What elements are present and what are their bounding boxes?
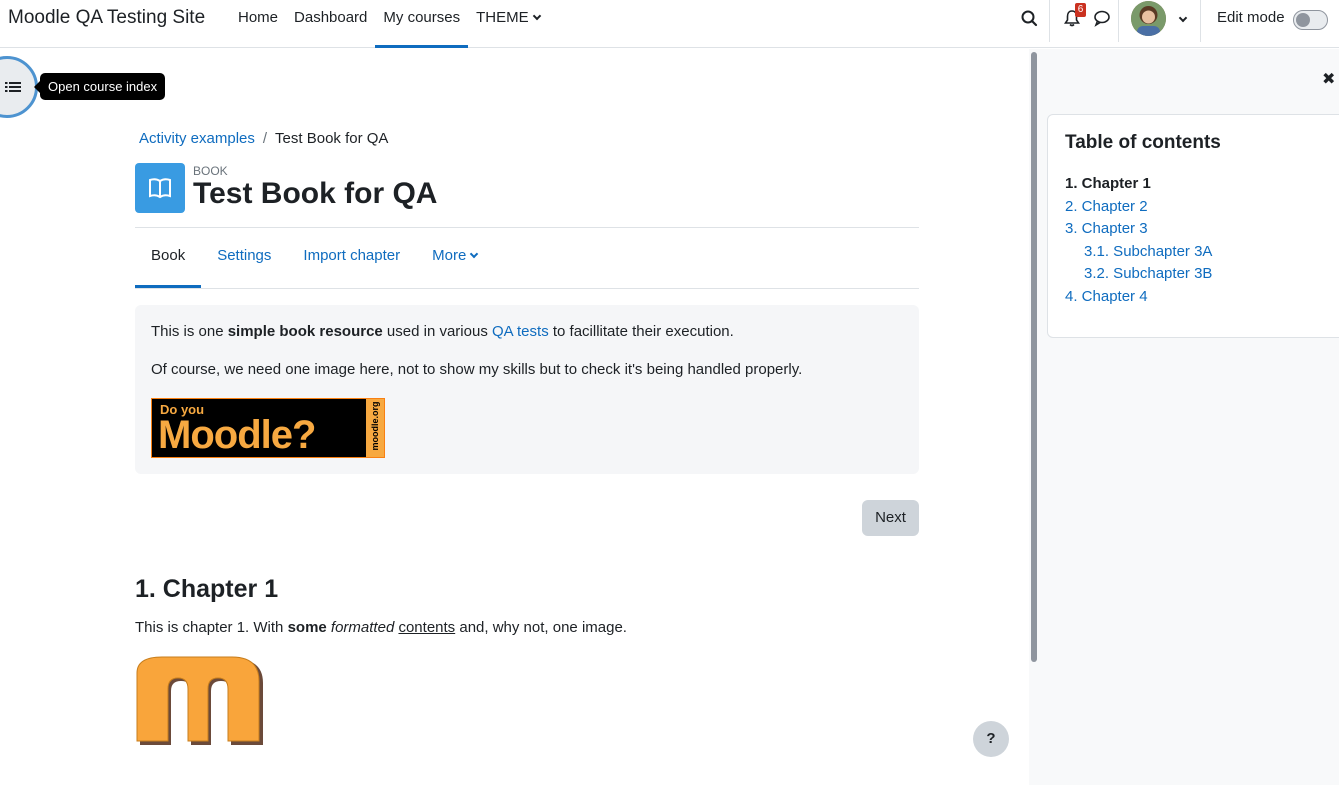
chapter-underline-text: contents xyxy=(398,619,456,636)
banner-text-main: Moodle? xyxy=(158,413,316,457)
list-icon xyxy=(5,81,21,99)
top-navbar: Moodle QA Testing Site Home Dashboard My… xyxy=(0,0,1339,48)
toc-item-subchapter-3a[interactable]: 3.1. Subchapter 3A xyxy=(1065,241,1212,264)
breadcrumb: Activity examples / Test Book for QA xyxy=(139,130,388,147)
banner-side-strip: moodle.org xyxy=(366,399,384,457)
next-button[interactable]: Next xyxy=(862,500,919,536)
banner-side-text: moodle.org xyxy=(370,401,380,451)
tab-settings[interactable]: Settings xyxy=(201,228,287,288)
toc-link[interactable]: 4. Chapter 4 xyxy=(1065,288,1148,305)
breadcrumb-separator: / xyxy=(262,130,268,147)
chat-icon[interactable] xyxy=(1092,8,1116,30)
toc-item-subchapter-3b[interactable]: 3.2. Subchapter 3B xyxy=(1065,263,1212,286)
toc-item-chapter-1: 1. Chapter 1 xyxy=(1065,175,1151,192)
toc-link[interactable]: 3. Chapter 3 xyxy=(1065,220,1148,237)
navbar-divider xyxy=(1049,0,1050,42)
help-button[interactable]: ? xyxy=(973,721,1009,757)
qa-tests-link[interactable]: QA tests xyxy=(492,323,549,340)
toc-list: 1. Chapter 1 2. Chapter 2 3. Chapter 3 3… xyxy=(1065,173,1212,308)
chevron-down-icon xyxy=(470,249,479,259)
notification-count-badge: 6 xyxy=(1075,3,1086,17)
tab-more-label: More xyxy=(432,247,467,264)
nav-theme-label: THEME xyxy=(476,9,529,26)
book-intro: This is one simple book resource used in… xyxy=(135,305,919,474)
toc-link[interactable]: 3.2. Subchapter 3B xyxy=(1084,265,1212,282)
open-course-index-button[interactable] xyxy=(0,56,38,118)
do-you-moodle-image: Do you Moodle? moodle.org xyxy=(151,398,385,458)
intro-text: used in various xyxy=(382,323,492,340)
chapter-text: This is chapter 1. With some formatted c… xyxy=(135,619,627,636)
breadcrumb-current: Test Book for QA xyxy=(275,130,389,147)
edit-mode-toggle[interactable] xyxy=(1293,10,1328,30)
chevron-down-icon xyxy=(532,11,541,21)
secondary-navigation: Book Settings Import chapter More xyxy=(135,227,919,289)
chevron-down-icon[interactable] xyxy=(1178,13,1188,23)
search-icon[interactable] xyxy=(1020,8,1044,30)
chapter-text-part: and, why not, one image. xyxy=(455,619,627,636)
moodle-m-logo-image xyxy=(135,655,267,751)
table-of-contents-block: Table of contents 1. Chapter 1 2. Chapte… xyxy=(1047,114,1339,338)
chapter-title: 1. Chapter 1 xyxy=(135,575,279,603)
breadcrumb-parent-link[interactable]: Activity examples xyxy=(139,130,255,147)
site-name[interactable]: Moodle QA Testing Site xyxy=(8,7,205,29)
chapter-bold-text: some xyxy=(287,619,327,636)
intro-bold-text: simple book resource xyxy=(227,323,383,340)
toc-title: Table of contents xyxy=(1065,132,1221,153)
toc-item-chapter-3[interactable]: 3. Chapter 3 xyxy=(1065,218,1212,241)
course-index-tooltip: Open course index xyxy=(33,73,166,100)
toc-link[interactable]: 2. Chapter 2 xyxy=(1065,198,1148,215)
navbar-divider xyxy=(1118,0,1119,42)
close-icon[interactable]: ✖ xyxy=(1322,69,1335,89)
nav-dashboard[interactable]: Dashboard xyxy=(286,0,375,48)
toc-item-chapter-4[interactable]: 4. Chapter 4 xyxy=(1065,286,1212,309)
chapter-italic-text: formatted xyxy=(330,619,395,636)
intro-text: to facillitate their execution. xyxy=(548,323,734,340)
primary-navigation: Home Dashboard My courses THEME xyxy=(230,0,548,48)
nav-theme[interactable]: THEME xyxy=(468,0,548,48)
intro-paragraph-2: Of course, we need one image here, not t… xyxy=(151,361,803,378)
toggle-knob xyxy=(1296,13,1310,27)
toc-item-chapter-2[interactable]: 2. Chapter 2 xyxy=(1065,196,1212,219)
nav-my-courses[interactable]: My courses xyxy=(375,0,469,48)
toc-link[interactable]: 3.1. Subchapter 3A xyxy=(1084,243,1212,260)
tab-more[interactable]: More xyxy=(416,228,493,288)
navbar-divider xyxy=(1200,0,1201,42)
chapter-text-part: This is chapter 1. With xyxy=(135,619,288,636)
nav-home[interactable]: Home xyxy=(230,0,286,48)
intro-text: This is one xyxy=(151,323,228,340)
book-icon xyxy=(135,163,185,213)
edit-mode-label: Edit mode xyxy=(1217,9,1285,26)
tab-import-chapter[interactable]: Import chapter xyxy=(287,228,416,288)
tab-book[interactable]: Book xyxy=(135,228,202,288)
activity-kind-label: BOOK xyxy=(193,164,228,178)
page-title: Test Book for QA xyxy=(193,177,438,210)
scrollbar[interactable] xyxy=(1031,52,1037,662)
user-avatar[interactable] xyxy=(1131,1,1166,36)
intro-paragraph-1: This is one simple book resource used in… xyxy=(151,323,734,340)
